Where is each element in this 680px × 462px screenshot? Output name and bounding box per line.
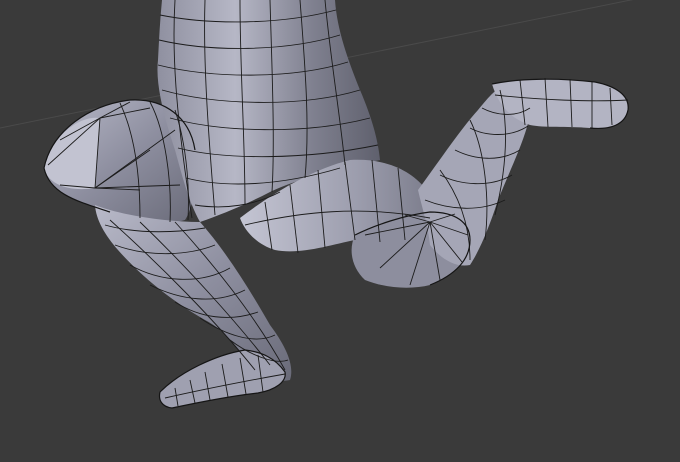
left-thigh-pole [44, 117, 100, 190]
character-lower-body-mesh[interactable] [43, 0, 629, 409]
3d-viewport[interactable] [0, 0, 680, 462]
viewport-canvas[interactable] [0, 0, 680, 462]
